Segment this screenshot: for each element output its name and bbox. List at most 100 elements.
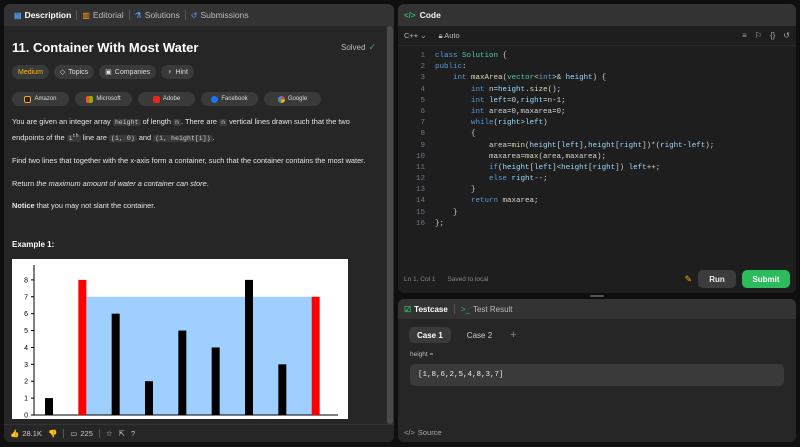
- code-line[interactable]: 14 return maxarea;: [398, 196, 796, 207]
- like-button[interactable]: 👍 28.1K: [10, 429, 42, 438]
- line-number: 16: [415, 219, 425, 228]
- code-line[interactable]: 8 {: [398, 129, 796, 140]
- code-editor[interactable]: 1 class Solution {2 public: 3 int maxArea(v…: [398, 46, 796, 230]
- star-icon: ☆: [105, 429, 113, 438]
- description-tabs: ▤ Description ▥ Editorial ⚗ Solutions ↺ …: [4, 4, 394, 26]
- save-status: Saved to local: [447, 275, 489, 283]
- y-tick-label: 8: [24, 277, 28, 284]
- case-2-tab[interactable]: Case 2: [459, 327, 500, 343]
- tab-solutions[interactable]: ⚗ Solutions: [130, 4, 185, 26]
- inline-code: ith: [66, 132, 81, 142]
- notes-icon[interactable]: ✎: [684, 274, 692, 285]
- line-number: 6: [420, 107, 425, 116]
- code-panel-header: </> Code: [398, 4, 796, 26]
- source-link[interactable]: </> Source: [404, 428, 442, 437]
- line-number: 10: [415, 152, 425, 161]
- comments-button[interactable]: ▭ 225: [70, 429, 93, 438]
- description-scrollbar[interactable]: [386, 26, 394, 424]
- y-tick-label: 4: [24, 345, 28, 352]
- cursor-position: Ln 1, Col 1: [404, 275, 436, 283]
- container-chart: 0 1 2 3 4 5 6 7 8: [24, 264, 338, 419]
- inline-code: n: [219, 119, 228, 126]
- code-line[interactable]: 7 while(right>left): [398, 118, 796, 129]
- code-line[interactable]: 11 if(height[left]<height[right]) left++…: [398, 163, 796, 174]
- chip-label: Topics: [68, 68, 89, 76]
- braces-icon[interactable]: {}: [770, 31, 775, 40]
- format-icon[interactable]: ≡: [742, 31, 747, 40]
- facebook-icon: [211, 95, 219, 103]
- code-text: else right--;: [489, 175, 548, 184]
- code-line[interactable]: 6 int area=0,maxarea=0;: [398, 107, 796, 118]
- code-line[interactable]: 13 }: [398, 185, 796, 196]
- code-line[interactable]: 2 public:: [398, 62, 796, 73]
- help-button[interactable]: ?: [131, 429, 135, 438]
- description-paragraph: Find two lines that together with the x-…: [12, 156, 366, 166]
- code-line[interactable]: 16};: [398, 219, 796, 230]
- bar: [278, 364, 287, 415]
- line-number: 15: [415, 208, 425, 217]
- hint-chip[interactable]: ♀ Hint: [161, 65, 194, 79]
- add-case-icon[interactable]: +: [510, 329, 516, 341]
- dislike-button[interactable]: 👎: [48, 429, 57, 438]
- bar: [211, 347, 220, 415]
- code-line[interactable]: 1 class Solution {: [398, 51, 796, 62]
- company-facebook[interactable]: Facebook: [201, 92, 258, 106]
- case-1-tab[interactable]: Case 1: [409, 327, 451, 343]
- thumbs-up-icon: 👍: [10, 429, 20, 438]
- testcase-panel: ☑ Testcase >_ Test Result Case 1 Case 2 + …: [398, 299, 796, 442]
- input-value-field[interactable]: [1,8,6,2,5,4,8,3,7]: [410, 364, 784, 386]
- language-label: C++: [404, 31, 419, 40]
- problem-title[interactable]: 11. Container With Most Water: [12, 40, 198, 55]
- code-text: };: [435, 219, 445, 228]
- company-microsoft[interactable]: Microsoft: [75, 92, 132, 106]
- description-paragraph: Notice that you may not slant the contai…: [12, 200, 376, 213]
- code-icon: </>: [404, 428, 415, 437]
- description-paragraph: You are given an integer array height of…: [12, 116, 376, 145]
- run-button[interactable]: Run: [698, 270, 736, 288]
- code-line[interactable]: 10 maxarea=max(area,maxarea);: [398, 152, 796, 163]
- share-button[interactable]: ⇱: [119, 429, 125, 438]
- bar: [45, 397, 53, 415]
- line-number: 12: [415, 175, 425, 184]
- favorite-button[interactable]: ☆: [106, 429, 113, 438]
- adobe-icon: [152, 95, 160, 103]
- tab-description[interactable]: ▤ Description: [9, 4, 76, 26]
- company-label: Facebook: [221, 96, 248, 102]
- flask-icon: ⚗: [134, 10, 142, 20]
- line-number: 8: [420, 130, 425, 139]
- tab-test-result[interactable]: >_ Test Result: [461, 305, 513, 314]
- y-tick-label: 0: [24, 412, 28, 419]
- code-text: }: [435, 208, 458, 217]
- thumbs-down-icon: 👎: [47, 429, 58, 438]
- app-root: ▤ Description ▥ Editorial ⚗ Solutions ↺ …: [0, 0, 800, 447]
- code-icon: </>: [404, 10, 416, 20]
- company-google[interactable]: Google: [264, 92, 321, 106]
- text: of length: [140, 117, 174, 126]
- like-count: 28.1K: [22, 429, 42, 438]
- topics-chip[interactable]: ◇ Topics: [53, 65, 95, 79]
- code-line[interactable]: 4 int n=height.size();: [398, 85, 796, 96]
- reset-icon[interactable]: ↺: [783, 31, 790, 40]
- panel-resize-handle[interactable]: [590, 295, 604, 297]
- lightbulb-icon: ♀: [167, 68, 173, 76]
- description-paragraph: Return the maximum amount of water a con…: [12, 178, 376, 191]
- code-line[interactable]: 12 else right--;: [398, 174, 796, 185]
- scrollbar-thumb[interactable]: [387, 26, 393, 424]
- companies-chip[interactable]: ▣ Companies: [99, 65, 157, 79]
- code-line[interactable]: 15 }: [398, 208, 796, 219]
- mode-indicator[interactable]: 🔒︎ Auto: [439, 31, 460, 41]
- tab-submissions[interactable]: ↺ Submissions: [186, 4, 254, 26]
- tab-editorial[interactable]: ▥ Editorial: [77, 4, 128, 26]
- tab-testcase[interactable]: ☑ Testcase: [404, 305, 448, 314]
- code-line[interactable]: 9 area=min(height[left],height[right])*(…: [398, 141, 796, 152]
- company-adobe[interactable]: Adobe: [138, 92, 195, 106]
- code-line[interactable]: 5 int left=0,right=n-1;: [398, 96, 796, 107]
- company-amazon[interactable]: Amazon: [12, 92, 69, 106]
- difficulty-badge[interactable]: Medium: [12, 65, 49, 79]
- company-label: Amazon: [34, 96, 57, 102]
- bookmark-icon[interactable]: ⚐: [755, 31, 762, 40]
- language-select[interactable]: C++ ⌄: [404, 31, 427, 40]
- case-tabs: Case 1 Case 2 +: [398, 327, 796, 343]
- submit-button[interactable]: Submit: [742, 270, 790, 288]
- code-line[interactable]: 3 int maxArea(vector<int>& height) {: [398, 73, 796, 84]
